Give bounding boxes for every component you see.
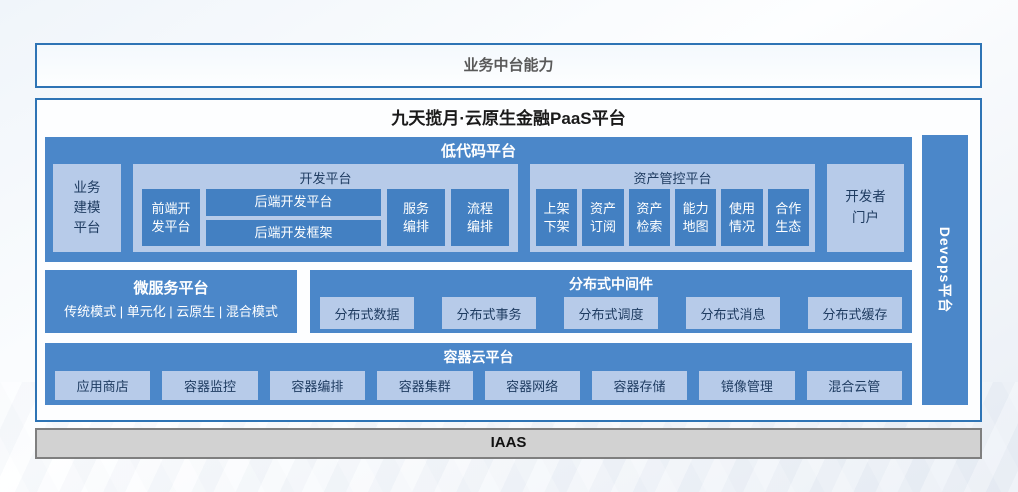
box-image-management: 镜像管理 [699, 371, 794, 400]
middleware-row: 分布式数据 分布式事务 分布式调度 分布式消息 分布式缓存 [320, 297, 902, 329]
middleware-title: 分布式中间件 [310, 270, 912, 294]
box-app-store: 应用商店 [55, 371, 150, 400]
box-capability-map: 能力 地图 [675, 189, 716, 246]
box-backend-dev-framework: 后端开发框架 [206, 220, 381, 247]
asset-control-row: 上架 下架 资产 订阅 资产 检索 能力 地图 使用 情况 合作 生态 [536, 189, 809, 246]
box-service-orchestration: 服务 编排 [387, 189, 445, 246]
box-distributed-cache: 分布式缓存 [808, 297, 902, 329]
box-hybrid-cloud-management: 混合云管 [807, 371, 902, 400]
group-backend-stack: 后端开发平台 后端开发框架 [206, 189, 381, 246]
box-developer-portal: 开发者 门户 [827, 164, 904, 252]
section-devops-platform: Devops平台 [922, 135, 968, 405]
box-container-orchestration: 容器编排 [270, 371, 365, 400]
dev-platform-row: 前端开 发平台 后端开发平台 后端开发框架 服务 编排 流程 编排 [142, 189, 509, 246]
box-cooperation-ecosystem: 合作 生态 [768, 189, 809, 246]
box-frontend-dev-platform: 前端开 发平台 [142, 189, 200, 246]
box-usage-status: 使用 情况 [721, 189, 762, 246]
box-distributed-message: 分布式消息 [686, 297, 780, 329]
platform-title: 九天揽月·云原生金融PaaS平台 [37, 100, 980, 137]
business-middle-platform-banner: 业务中台能力 [35, 43, 982, 88]
dev-platform-title: 开发平台 [133, 164, 518, 189]
iaas-bar: IAAS [35, 428, 982, 459]
box-process-orchestration: 流程 编排 [451, 189, 509, 246]
box-container-storage: 容器存储 [592, 371, 687, 400]
box-container-network: 容器网络 [485, 371, 580, 400]
microservice-modes: 传统模式 | 单元化 | 云原生 | 混合模式 [45, 301, 297, 320]
box-distributed-data: 分布式数据 [320, 297, 414, 329]
container-cloud-row: 应用商店 容器监控 容器编排 容器集群 容器网络 容器存储 镜像管理 混合云管 [55, 371, 902, 400]
devops-label: Devops平台 [935, 227, 955, 314]
section-microservice-platform: 微服务平台 传统模式 | 单元化 | 云原生 | 混合模式 [45, 270, 297, 333]
lowcode-content-row: 业务 建模 平台 开发平台 前端开 发平台 后端开发平台 后端开发框架 服务 编… [53, 164, 904, 252]
middle-row: 微服务平台 传统模式 | 单元化 | 云原生 | 混合模式 分布式中间件 分布式… [45, 270, 912, 333]
box-asset-search: 资产 检索 [629, 189, 670, 246]
box-container-cluster: 容器集群 [377, 371, 472, 400]
box-container-monitoring: 容器监控 [162, 371, 257, 400]
lowcode-title: 低代码平台 [45, 137, 912, 161]
section-lowcode-platform: 低代码平台 业务 建模 平台 开发平台 前端开 发平台 后端开发平台 后端开发框… [45, 137, 912, 262]
asset-control-title: 资产管控平台 [530, 164, 815, 189]
group-asset-control-platform: 资产管控平台 上架 下架 资产 订阅 资产 检索 能力 地图 使用 情况 合作 … [530, 164, 815, 252]
section-distributed-middleware: 分布式中间件 分布式数据 分布式事务 分布式调度 分布式消息 分布式缓存 [310, 270, 912, 333]
group-dev-platform: 开发平台 前端开 发平台 后端开发平台 后端开发框架 服务 编排 流程 编排 [133, 164, 518, 252]
section-container-cloud-platform: 容器云平台 应用商店 容器监控 容器编排 容器集群 容器网络 容器存储 镜像管理… [45, 343, 912, 405]
microservice-title: 微服务平台 [45, 270, 297, 298]
paas-platform-panel: 九天揽月·云原生金融PaaS平台 低代码平台 业务 建模 平台 开发平台 前端开… [35, 98, 982, 422]
box-distributed-transaction: 分布式事务 [442, 297, 536, 329]
box-asset-subscription: 资产 订阅 [582, 189, 623, 246]
box-backend-dev-platform: 后端开发平台 [206, 189, 381, 216]
container-cloud-title: 容器云平台 [45, 343, 912, 367]
box-shelf-unshelf: 上架 下架 [536, 189, 577, 246]
box-business-modeling-platform: 业务 建模 平台 [53, 164, 121, 252]
box-distributed-scheduling: 分布式调度 [564, 297, 658, 329]
